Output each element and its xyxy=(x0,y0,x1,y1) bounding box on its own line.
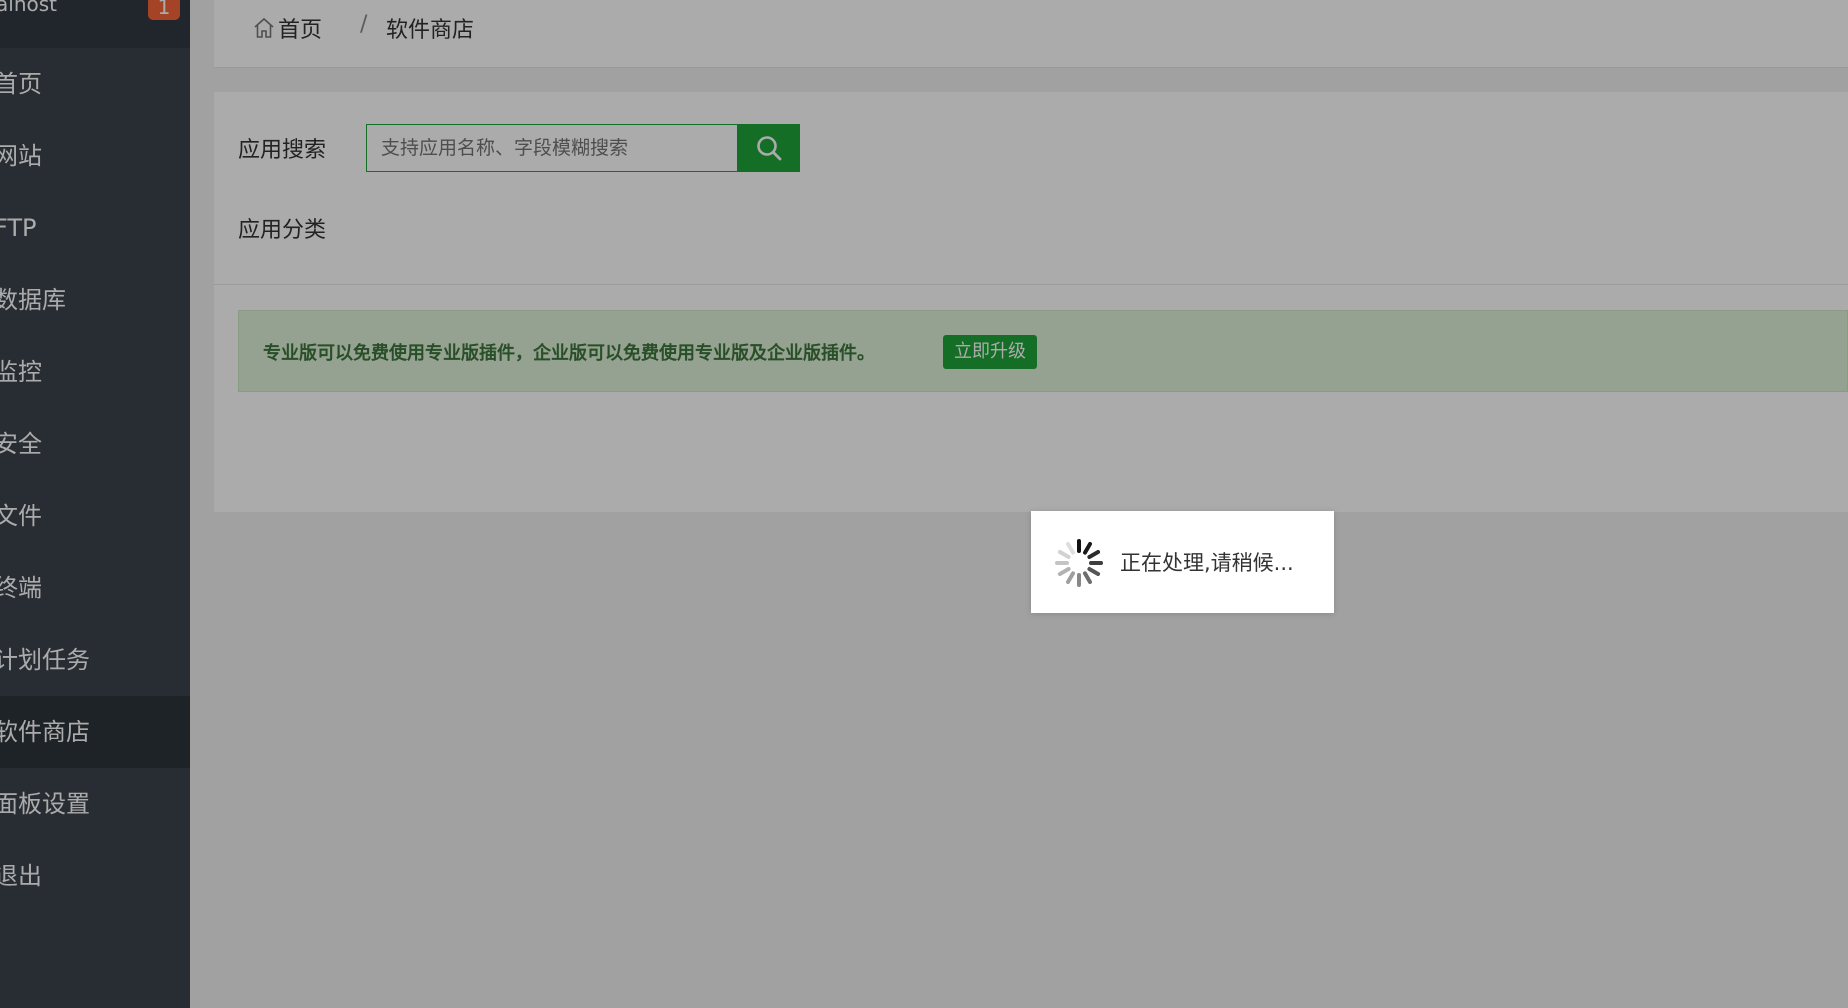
spinner-icon xyxy=(1055,539,1103,587)
loading-text: 正在处理,请稍候... xyxy=(1120,551,1294,575)
loading-dialog: 正在处理,请稍候... xyxy=(1031,511,1334,613)
modal-overlay[interactable] xyxy=(0,0,1848,1008)
